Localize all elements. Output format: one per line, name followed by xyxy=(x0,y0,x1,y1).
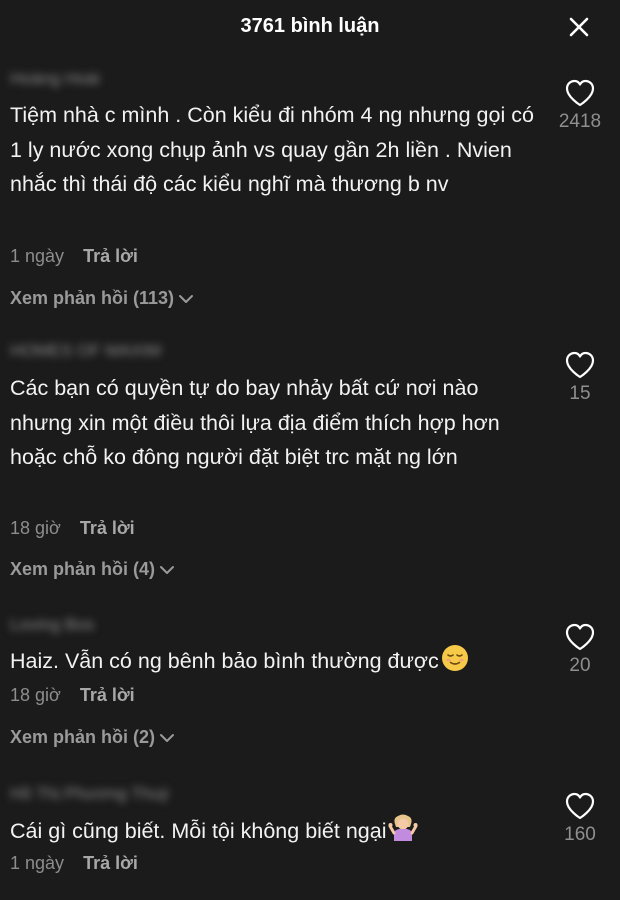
like-button[interactable]: 15 xyxy=(550,350,610,405)
comment-username[interactable]: Hồ Thị Phương Thuý xyxy=(10,781,169,807)
comment-time: 18 giờ xyxy=(10,518,61,538)
comment-time: 18 giờ xyxy=(10,685,61,705)
like-button[interactable]: 20 xyxy=(550,622,610,677)
comment-text-content: Haiz. Vẫn có ng bênh bảo bình thường đượ… xyxy=(10,649,439,673)
like-count: 2418 xyxy=(558,111,602,132)
reply-button[interactable]: Trả lời xyxy=(80,518,135,538)
heart-icon xyxy=(565,79,595,107)
comment-meta: 1 ngày Trả lời xyxy=(10,246,138,267)
chevron-down-icon xyxy=(179,295,194,304)
heart-icon xyxy=(565,623,595,651)
like-button[interactable]: 2418 xyxy=(550,78,610,133)
comment-meta: 18 giờ Trả lời xyxy=(10,685,135,706)
like-count: 20 xyxy=(569,655,591,676)
comment-item: Loving Bos Haiz. Vẫn có ng bênh bảo bình… xyxy=(0,612,620,752)
comment-count-title: 3761 bình luận xyxy=(240,15,380,37)
comment-text-content: Cái gì cũng biết. Mỗi tội không biết ngạ… xyxy=(10,819,387,843)
comment-username[interactable]: Hoàng Hoài xyxy=(10,66,100,92)
view-replies-button[interactable]: Xem phản hồi (2) xyxy=(10,727,175,748)
reply-button[interactable]: Trả lời xyxy=(83,246,138,266)
like-button[interactable]: 160 xyxy=(550,791,610,846)
comment-item: HOMES OF MAXIM Các bạn có quyền tự do ba… xyxy=(0,338,620,588)
view-replies-label: Xem phản hồi (2) xyxy=(10,727,156,747)
like-count: 160 xyxy=(564,824,596,845)
comment-username[interactable]: HOMES OF MAXIM xyxy=(10,338,161,364)
comment-text: Haiz. Vẫn có ng bênh bảo bình thường đượ… xyxy=(10,644,540,679)
comment-text: Tiệm nhà c mình . Còn kiểu đi nhóm 4 ng … xyxy=(10,103,534,196)
comment-item: Hồ Thị Phương Thuý Cái gì cũng biết. Mỗi… xyxy=(0,781,620,891)
view-replies-label: Xem phản hồi (113) xyxy=(10,288,175,308)
view-replies-label: Xem phản hồi (4) xyxy=(10,559,156,579)
chevron-down-icon xyxy=(160,734,175,743)
comment-text: Các bạn có quyền tự do bay nhảy bất cứ n… xyxy=(10,376,500,469)
view-replies-button[interactable]: Xem phản hồi (113) xyxy=(10,288,194,309)
person-shrugging-emoji xyxy=(388,814,418,841)
relieved-face-emoji xyxy=(441,645,468,671)
comments-header: 3761 bình luận xyxy=(0,0,620,54)
comment-time: 1 ngày xyxy=(10,853,65,873)
view-replies-button[interactable]: Xem phản hồi (4) xyxy=(10,559,175,580)
reply-button[interactable]: Trả lời xyxy=(83,853,138,873)
comment-username[interactable]: Loving Bos xyxy=(10,612,94,638)
close-icon xyxy=(569,17,589,37)
comment-time: 1 ngày xyxy=(10,246,65,266)
like-count: 15 xyxy=(569,383,591,404)
comment-meta: 18 giờ Trả lời xyxy=(10,518,135,539)
comment-meta: 1 ngày Trả lời xyxy=(10,853,138,874)
chevron-down-icon xyxy=(160,566,175,575)
comment-item: Hoàng Hoài Tiệm nhà c mình . Còn kiểu đi… xyxy=(0,66,620,316)
comment-text: Cái gì cũng biết. Mỗi tội không biết ngạ… xyxy=(10,812,540,849)
heart-icon xyxy=(565,792,595,820)
reply-button[interactable]: Trả lời xyxy=(80,685,135,705)
close-button[interactable] xyxy=(566,14,592,40)
heart-icon xyxy=(565,351,595,379)
